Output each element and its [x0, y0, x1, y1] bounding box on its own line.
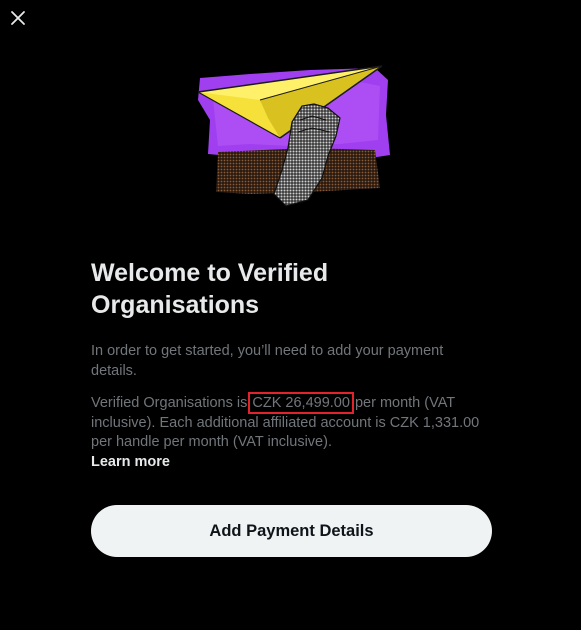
dialog-title-line1: Welcome to Verified: [91, 259, 329, 287]
close-button[interactable]: [6, 8, 30, 32]
hero-illustration: [190, 60, 395, 215]
dialog-title-line2: Organisations: [91, 291, 260, 319]
learn-more-link[interactable]: Learn more: [91, 453, 170, 472]
pricing-text: Verified Organisations is CZK 26,499.00 …: [91, 392, 491, 453]
add-payment-details-button[interactable]: Add Payment Details: [91, 505, 492, 557]
paper-plane-hand-illustration: [197, 65, 390, 207]
close-icon: [10, 10, 26, 31]
dialog-title: Welcome to Verified Organisations: [91, 257, 491, 321]
price-highlight: CZK 26,499.00: [248, 392, 354, 414]
intro-text: In order to get started, you’ll need to …: [91, 343, 444, 379]
pricing-prefix: Verified Organisations is: [91, 395, 252, 411]
